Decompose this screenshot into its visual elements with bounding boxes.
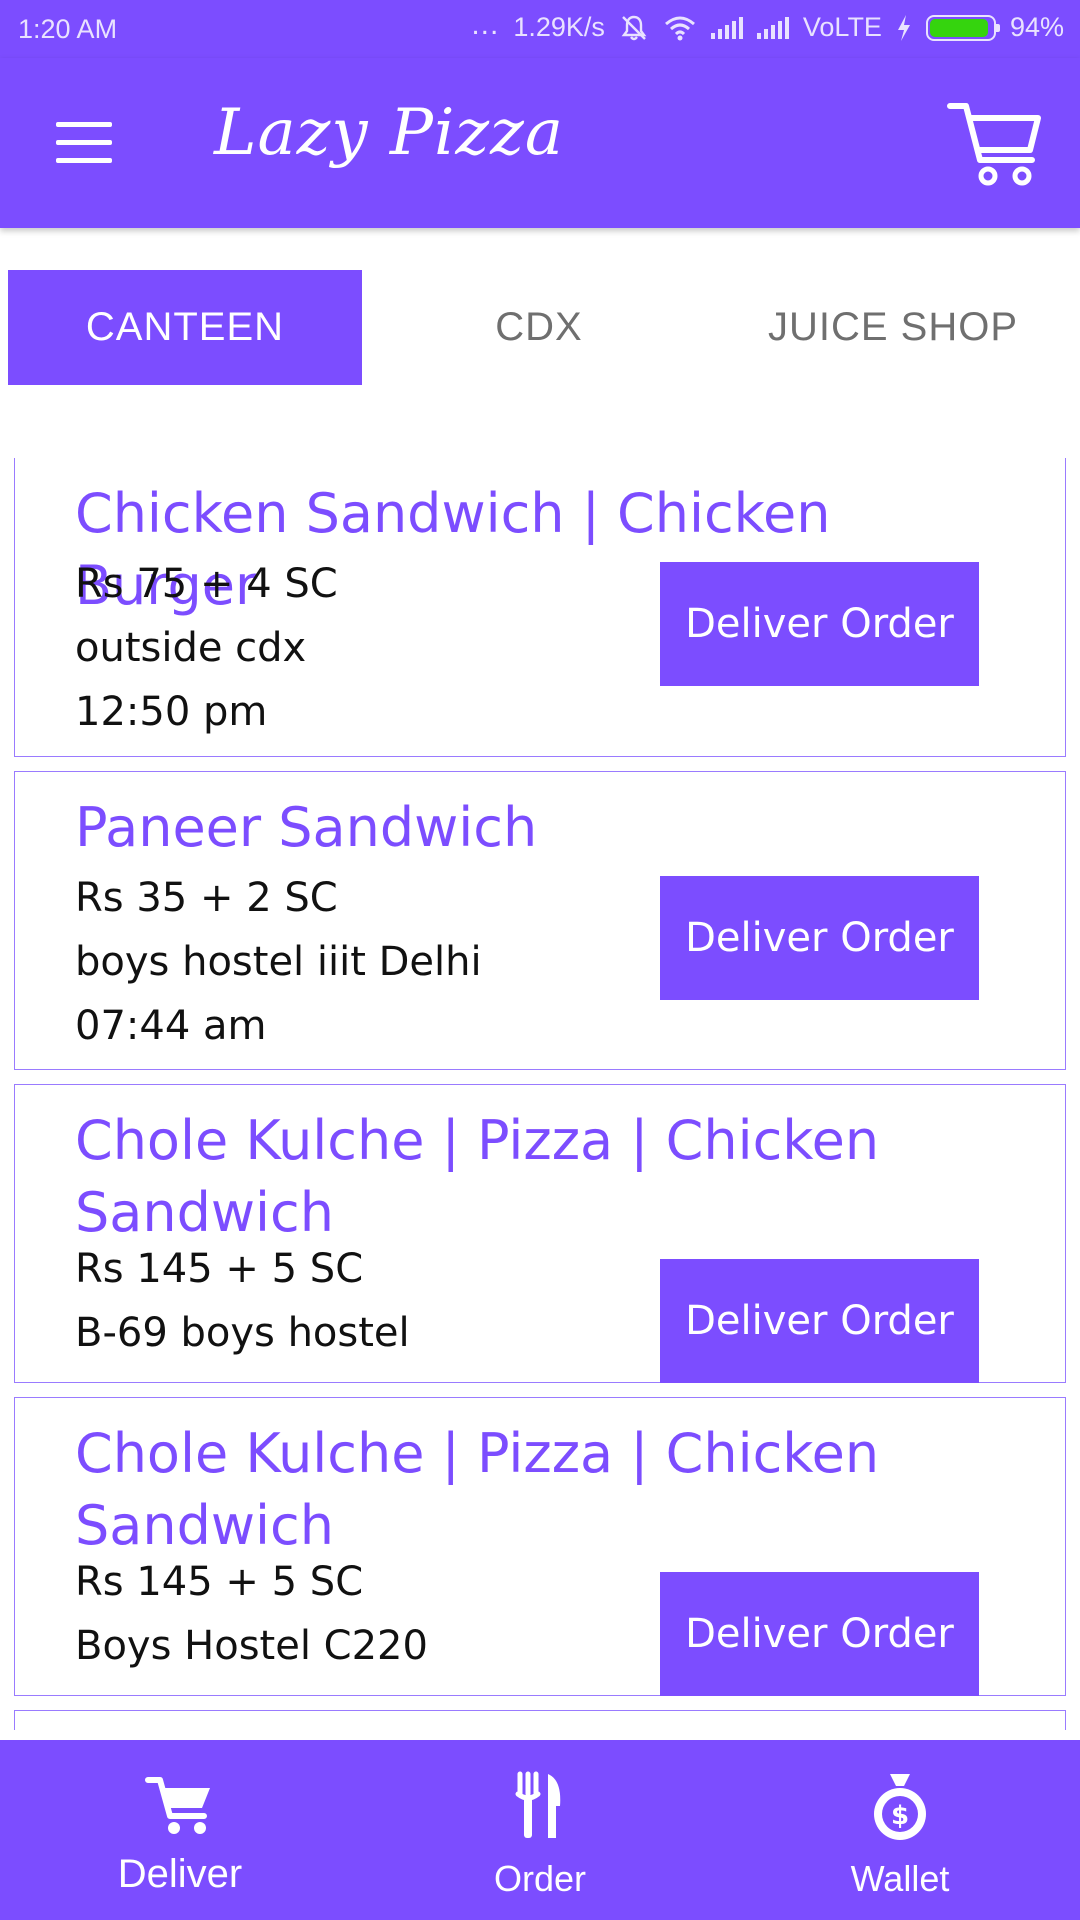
tab-canteen[interactable]: CANTEEN — [8, 270, 362, 385]
order-price: Rs 145 + 5 SC — [75, 1559, 364, 1605]
order-location: outside cdx — [75, 625, 307, 671]
svg-text:$: $ — [891, 1801, 909, 1831]
order-card: Chicken Sandwich | Chicken Burger Rs 75 … — [14, 458, 1066, 757]
deliver-order-button[interactable]: Deliver Order — [660, 562, 979, 686]
bottom-navigation: Deliver Order $ Wallet — [0, 1740, 1080, 1920]
hamburger-menu-icon[interactable] — [56, 122, 112, 163]
order-price: Rs 75 + 4 SC — [75, 561, 338, 607]
list-item-partial — [14, 1710, 1066, 1730]
network-speed: 1.29K/s — [513, 12, 605, 42]
money-bag-icon: $ — [874, 1774, 926, 1840]
nav-order[interactable]: Order — [360, 1740, 720, 1920]
order-details: Rs 145 + 5 SC Boys Hostel C220 — [75, 1550, 428, 1678]
nav-label: Order — [493, 1858, 587, 1899]
order-title: Paneer Sandwich — [75, 796, 538, 859]
nav-wallet[interactable]: $ Wallet — [720, 1740, 1080, 1920]
order-price: Rs 35 + 2 SC — [75, 875, 338, 921]
order-time: 12:50 pm — [75, 689, 268, 735]
deliver-order-button[interactable]: Deliver Order — [660, 1259, 979, 1383]
wifi-icon — [664, 16, 695, 40]
battery-icon — [925, 14, 1000, 41]
orders-list: Chicken Sandwich | Chicken Burger Rs 75 … — [14, 458, 1066, 1730]
silent-bell-icon — [621, 15, 647, 40]
status-time: 1:20 AM — [18, 14, 118, 44]
order-location: boys hostel iiit Delhi — [75, 939, 482, 985]
fork-knife-icon — [515, 1771, 561, 1838]
category-tabs: CANTEEN CDX JUICE SHOP — [8, 270, 1072, 385]
nav-label: Wallet — [850, 1858, 950, 1899]
network-type: VoLTE — [802, 12, 882, 42]
order-details: Rs 35 + 2 SC boys hostel iiit Delhi 07:4… — [75, 866, 482, 1058]
tab-cdx[interactable]: CDX — [362, 270, 716, 385]
order-location: B-69 boys hostel — [75, 1310, 410, 1356]
signal-icon-2 — [756, 16, 789, 39]
battery-percent: 94% — [1009, 12, 1064, 42]
app-bar: Lazy Pizza — [0, 58, 1080, 228]
cart-icon[interactable] — [946, 98, 1046, 188]
order-card: Chole Kulche | Pizza | Chicken Sandwich … — [14, 1084, 1066, 1383]
status-icons: ... 1.29K/s VoLTE 94% — [471, 8, 1064, 43]
app-title: Lazy Pizza — [214, 96, 564, 170]
order-details: Rs 75 + 4 SC outside cdx 12:50 pm — [75, 552, 338, 744]
deliver-order-button[interactable]: Deliver Order — [660, 876, 979, 1000]
order-time: 07:44 am — [75, 1003, 267, 1049]
nav-deliver[interactable]: Deliver — [0, 1740, 360, 1920]
order-price: Rs 145 + 5 SC — [75, 1246, 364, 1292]
order-card: Paneer Sandwich Rs 35 + 2 SC boys hostel… — [14, 771, 1066, 1070]
nav-label: Deliver — [117, 1852, 243, 1896]
order-location: Boys Hostel C220 — [75, 1623, 428, 1669]
deliver-order-button[interactable]: Deliver Order — [660, 1572, 979, 1696]
tab-juice-shop[interactable]: JUICE SHOP — [716, 270, 1070, 385]
status-bar: 1:20 AM ... 1.29K/s VoLTE 94% — [0, 0, 1080, 58]
cart-icon — [145, 1777, 210, 1834]
order-details: Rs 145 + 5 SC B-69 boys hostel — [75, 1237, 410, 1365]
order-title: Chole Kulche | Pizza | Chicken Sandwich — [75, 1109, 880, 1244]
order-title: Chole Kulche | Pizza | Chicken Sandwich — [75, 1422, 880, 1557]
charging-icon — [897, 14, 910, 41]
signal-icon-1 — [710, 16, 743, 39]
status-dots: ... — [471, 7, 500, 41]
order-card: Chole Kulche | Pizza | Chicken Sandwich … — [14, 1397, 1066, 1696]
